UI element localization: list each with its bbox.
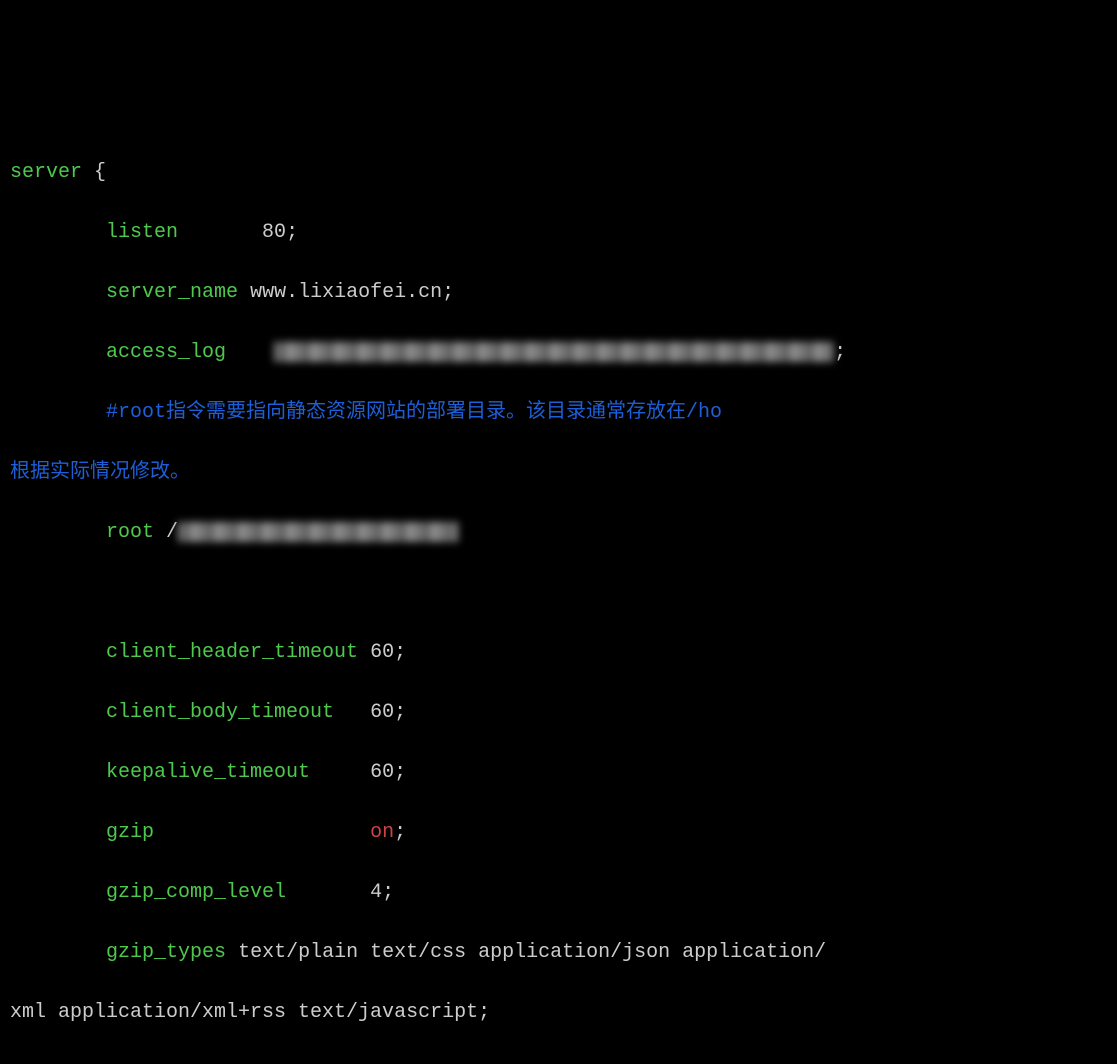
redacted-path — [274, 342, 834, 362]
config-line-comment1: #root指令需要指向静态资源网站的部署目录。该目录通常存放在/ho — [10, 398, 1107, 428]
comment-text: #root指令需要指向静态资源网站的部署目录。该目录通常存放在/ho — [106, 401, 722, 424]
config-line-gzip: gzip on; — [10, 818, 1107, 848]
config-line-servername: server_name www.lixiaofei.cn; — [10, 278, 1107, 308]
keyword-gzipcomplevel: gzip_comp_level — [106, 881, 286, 904]
config-line-comment2: 根据实际情况修改。 — [10, 458, 1107, 488]
config-line-accesslog: access_log ; — [10, 338, 1107, 368]
config-line-root: root / — [10, 518, 1107, 548]
value-on: on — [370, 821, 394, 844]
keyword-root: root — [106, 521, 154, 544]
keyword-accesslog: access_log — [106, 341, 226, 364]
keyword-listen: listen — [106, 221, 178, 244]
keyword-gziptypes: gzip_types — [106, 941, 226, 964]
keyword-servername: server_name — [106, 281, 238, 304]
keyword-keepalivetimeout: keepalive_timeout — [106, 761, 310, 784]
config-line-server: server { — [10, 158, 1107, 188]
terminal-output: server { listen 80; server_name www.lixi… — [10, 128, 1107, 1064]
comment-text: 根据实际情况修改。 — [10, 461, 190, 484]
keyword-gzip: gzip — [106, 821, 154, 844]
config-line-listen: listen 80; — [10, 218, 1107, 248]
keyword-clientbodytimeout: client_body_timeout — [106, 701, 334, 724]
config-line-keepalive: keepalive_timeout 60; — [10, 758, 1107, 788]
blank-line — [10, 578, 1107, 608]
config-line-clientbody: client_body_timeout 60; — [10, 698, 1107, 728]
config-line-gzipcomp: gzip_comp_level 4; — [10, 878, 1107, 908]
keyword-clientheadertimeout: client_header_timeout — [106, 641, 358, 664]
config-line-gziptypes: gzip_types text/plain text/css applicati… — [10, 938, 1107, 968]
config-line-gziptypes-cont: xml application/xml+rss text/javascript; — [10, 998, 1107, 1028]
keyword-server: server — [10, 161, 82, 184]
config-line-clientheader: client_header_timeout 60; — [10, 638, 1107, 668]
cursor-line[interactable] — [10, 1058, 1107, 1064]
